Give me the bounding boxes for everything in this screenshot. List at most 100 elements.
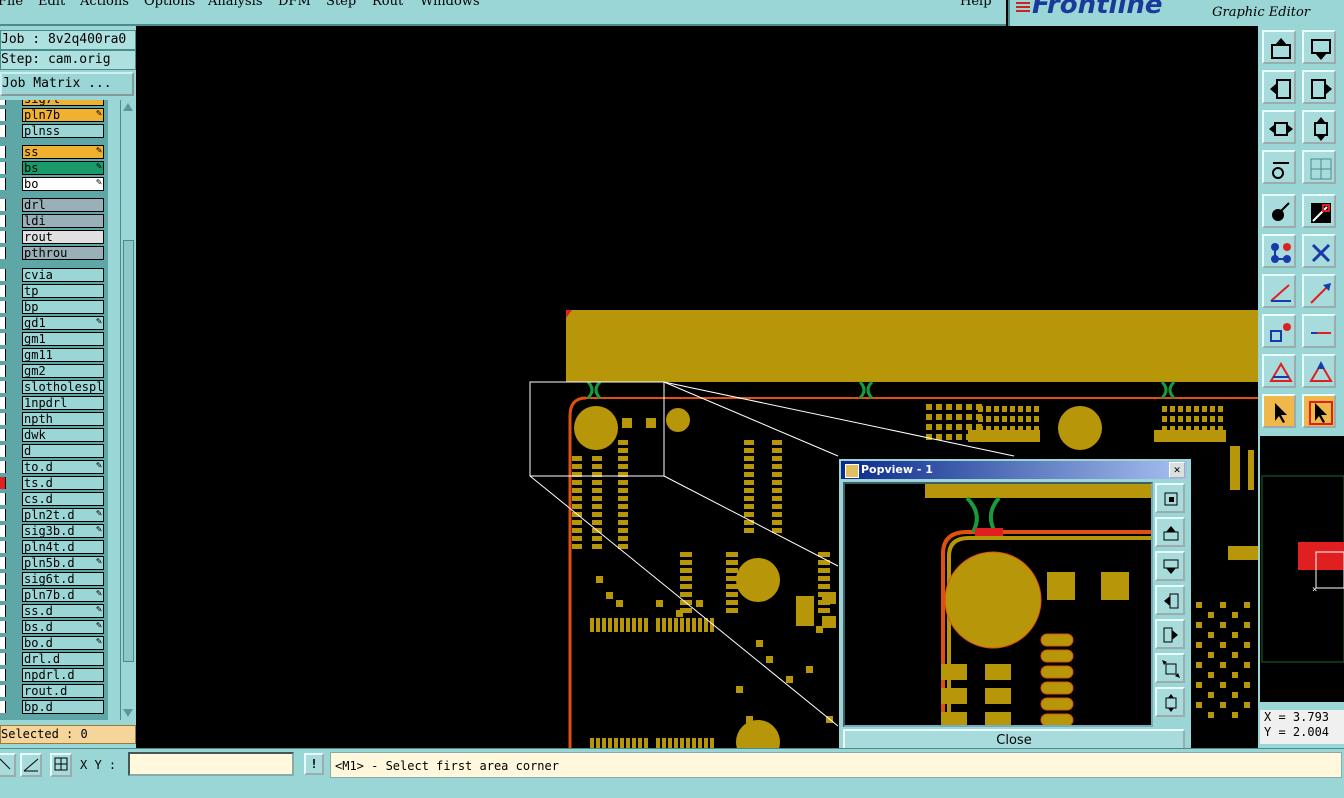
layer-name[interactable]: plnss (22, 124, 104, 138)
layer-checkbox[interactable] (0, 541, 6, 553)
cmd-button-3[interactable] (50, 753, 72, 777)
cmd-button-2[interactable] (20, 753, 42, 777)
layer-name[interactable]: bp (22, 300, 104, 314)
layer-name[interactable]: sig6t.d (22, 572, 104, 586)
close-icon[interactable]: ✕ (1169, 462, 1185, 478)
layer-name[interactable]: gd1 (22, 316, 104, 330)
menu-options[interactable]: Options (144, 0, 195, 9)
overview-map[interactable]: × (1260, 436, 1344, 702)
layer-row[interactable]: pln4t.d (0, 540, 108, 554)
tool-button-measure-icon[interactable] (1262, 150, 1296, 184)
menu-analysis[interactable]: Analysis (208, 0, 263, 9)
layer-checkbox[interactable] (0, 669, 6, 681)
layer-row[interactable]: drl.d (0, 652, 108, 666)
scroll-down-icon[interactable] (121, 707, 135, 719)
layer-checkbox[interactable] (0, 461, 6, 473)
layer-row[interactable]: gm11 (0, 348, 108, 362)
popview-fit-button[interactable] (1155, 653, 1185, 683)
tool-button-move-up-icon[interactable] (1262, 30, 1296, 64)
layer-row[interactable]: sig6t.d (0, 572, 108, 586)
layer-row[interactable]: rout.d (0, 684, 108, 698)
layer-name[interactable]: bo (22, 177, 104, 191)
layer-checkbox[interactable] (0, 231, 6, 243)
tool-button-move-right-icon[interactable] (1302, 70, 1336, 104)
layer-checkbox[interactable] (0, 477, 6, 489)
layer-name[interactable]: sig7t (22, 100, 104, 106)
layer-name[interactable]: d (22, 444, 104, 458)
layer-row[interactable]: plnss (0, 124, 108, 138)
layer-checkbox[interactable] (0, 573, 6, 585)
layer-name[interactable]: gm11 (22, 348, 104, 362)
layer-row[interactable]: ss.d ✎ (0, 604, 108, 618)
layer-name[interactable]: bs (22, 161, 104, 175)
popview-up-button[interactable] (1155, 517, 1185, 547)
layer-row[interactable]: bp (0, 300, 108, 314)
layer-row[interactable]: bo.d ✎ (0, 636, 108, 650)
layer-row[interactable]: pln2t.d ✎ (0, 508, 108, 522)
layer-name[interactable]: drl.d (22, 652, 104, 666)
layer-row[interactable]: sig7t (0, 100, 108, 106)
layer-row[interactable]: cs.d (0, 492, 108, 506)
layer-name[interactable]: gm2 (22, 364, 104, 378)
layer-name[interactable]: gm1 (22, 332, 104, 346)
layer-name[interactable]: ss (22, 145, 104, 159)
layer-row[interactable]: ts.d (0, 476, 108, 490)
menu-dfm[interactable]: DFM (278, 0, 311, 9)
layer-name[interactable]: dwk (22, 428, 104, 442)
layer-row[interactable]: npth (0, 412, 108, 426)
layer-row[interactable]: d (0, 444, 108, 458)
popview-right-button[interactable] (1155, 619, 1185, 649)
layer-checkbox[interactable] (0, 199, 6, 211)
layer-name[interactable]: sig3b.d (22, 524, 104, 538)
layer-checkbox[interactable] (0, 301, 6, 313)
layer-name[interactable]: cvia (22, 268, 104, 282)
layer-row[interactable]: 1npdrl (0, 396, 108, 410)
tool-button-pointer-select-icon[interactable] (1302, 394, 1336, 428)
layer-checkbox[interactable] (0, 589, 6, 601)
layer-checkbox[interactable] (0, 381, 6, 393)
layer-checkbox[interactable] (0, 365, 6, 377)
layer-checkbox[interactable] (0, 509, 6, 521)
layer-checkbox[interactable] (0, 109, 6, 121)
popview-left-button[interactable] (1155, 585, 1185, 615)
layer-row[interactable]: bs.d ✎ (0, 620, 108, 634)
layer-name[interactable]: ss.d (22, 604, 104, 618)
layer-checkbox[interactable] (0, 493, 6, 505)
layer-row[interactable]: gm1 (0, 332, 108, 346)
layer-name[interactable]: bo.d (22, 636, 104, 650)
layer-checkbox[interactable] (0, 317, 6, 329)
layer-name[interactable]: pthrou (22, 246, 104, 260)
layer-checkbox[interactable] (0, 557, 6, 569)
xy-input[interactable] (128, 752, 294, 776)
layer-checkbox[interactable] (0, 685, 6, 697)
layer-row[interactable]: slotholesplat (0, 380, 108, 394)
layer-row[interactable]: ss ✎ (0, 145, 108, 159)
tool-button-triangle-arrow-icon[interactable] (1302, 354, 1336, 388)
layer-name[interactable]: rout (22, 230, 104, 244)
tool-button-split-icon[interactable] (1262, 314, 1296, 348)
cmd-button-1[interactable] (0, 753, 16, 777)
tool-button-triangle-icon[interactable] (1262, 354, 1296, 388)
layer-row[interactable]: to.d ✎ (0, 460, 108, 474)
layer-checkbox[interactable] (0, 605, 6, 617)
layer-name[interactable]: pln4t.d (22, 540, 104, 554)
popview-zoom-button[interactable] (1155, 483, 1185, 513)
layer-row[interactable]: gd1 ✎ (0, 316, 108, 330)
popview-home-button[interactable] (1155, 687, 1185, 717)
tool-button-zoom-home-icon[interactable] (1302, 110, 1336, 144)
layer-name[interactable]: slotholesplat (22, 380, 104, 394)
job-matrix-button[interactable]: Job Matrix ... (0, 72, 134, 96)
layer-row[interactable]: rout (0, 230, 108, 244)
layer-row[interactable]: dwk (0, 428, 108, 442)
layer-checkbox[interactable] (0, 269, 6, 281)
layer-checkbox[interactable] (0, 413, 6, 425)
tool-button-delete-icon[interactable] (1302, 234, 1336, 268)
layer-scrollbar[interactable] (120, 100, 135, 720)
layer-name[interactable]: ldi (22, 214, 104, 228)
popview-down-button[interactable] (1155, 551, 1185, 581)
layer-checkbox[interactable] (0, 429, 6, 441)
tool-button-pointer-icon[interactable] (1262, 394, 1296, 428)
layer-name[interactable]: tp (22, 284, 104, 298)
layer-name[interactable]: drl (22, 198, 104, 212)
layer-checkbox[interactable] (0, 146, 6, 158)
